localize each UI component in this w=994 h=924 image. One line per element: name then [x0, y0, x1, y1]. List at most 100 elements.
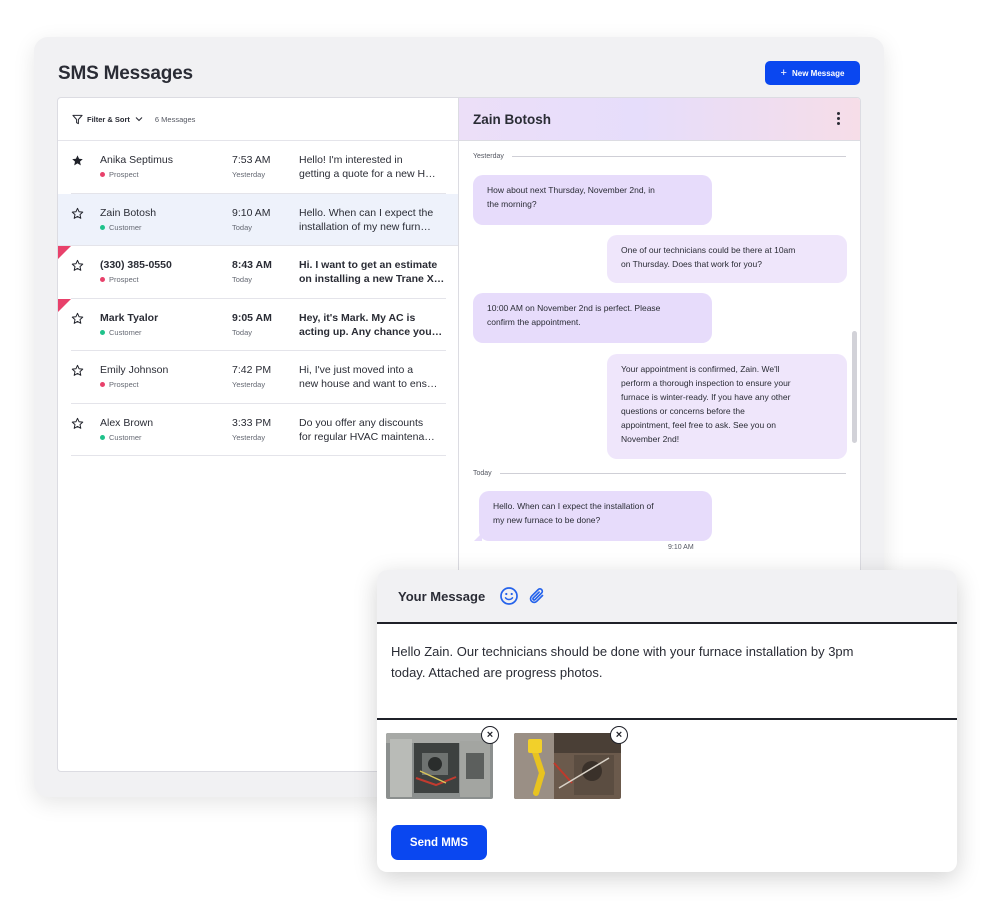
preview-line: new house and want to ens…: [299, 378, 438, 390]
contact-tag: Prospect: [100, 275, 139, 284]
preview-line: Hi, I've just moved into a: [299, 364, 414, 376]
message-day: Yesterday: [232, 170, 266, 179]
star-outline-icon[interactable]: [71, 312, 84, 325]
incoming-message: Hello. When can I expect the installatio…: [474, 491, 712, 541]
contact-tag: Customer: [100, 223, 142, 232]
message-count: 6 Messages: [154, 114, 196, 124]
contact-name: Anika Septimus: [100, 154, 173, 166]
message-time: 9:10 AM: [232, 206, 271, 219]
message-line: November 2nd!: [621, 434, 680, 444]
message-textarea[interactable]: Hello Zain. Our technicians should be do…: [377, 624, 957, 720]
unread-flag: [58, 246, 71, 259]
conversation-row-selected[interactable]: Zain Botosh Customer 9:10 AM Today Hello…: [58, 193, 458, 246]
remove-attachment-button[interactable]: ×: [481, 726, 499, 744]
message-line: appointment, feel free to ask. See you o…: [621, 420, 776, 430]
tag-label: Prospect: [109, 170, 139, 179]
conversation-row[interactable]: Mark Tyalor Customer 9:05 AM Today Hey, …: [58, 298, 446, 351]
message-line: confirm the appointment.: [487, 317, 581, 327]
star-outline-icon[interactable]: [71, 259, 84, 272]
message-line: my new furnace to be done?: [493, 515, 601, 525]
contact-name: Mark Tyalor: [100, 311, 159, 324]
preview-line: Do you offer any discounts: [299, 416, 424, 429]
message-day: Yesterday: [232, 432, 266, 442]
chat-scrollbar[interactable]: [852, 331, 857, 443]
message-line: on Thursday. Does that work for you?: [621, 259, 762, 269]
tag-label: Customer: [109, 222, 142, 232]
page-title: SMS Messages: [58, 63, 193, 84]
star-outline-icon[interactable]: [71, 417, 84, 430]
preview-line: installation of my new furn…: [299, 220, 431, 233]
more-options-icon[interactable]: [837, 112, 841, 126]
status-dot: [100, 382, 105, 387]
chat-header: Zain Botosh: [459, 98, 860, 141]
date-divider-label: Yesterday: [473, 153, 504, 160]
contact-tag: Prospect: [100, 170, 139, 179]
preview-line: for regular HVAC maintena…: [299, 430, 435, 443]
tag-label: Customer: [109, 432, 142, 442]
contact-tag: Prospect: [100, 380, 139, 389]
send-mms-button[interactable]: Send MMS: [391, 825, 487, 860]
paperclip-icon[interactable]: [527, 586, 547, 606]
date-divider: Today: [473, 470, 846, 477]
plus-icon: +: [780, 66, 787, 79]
message-line: questions or concerns before the: [621, 406, 745, 416]
message-day: Today: [232, 222, 253, 232]
contact-name: Zain Botosh: [100, 206, 157, 219]
conversation-row[interactable]: Emily Johnson Prospect 7:42 PM Yesterday…: [71, 351, 446, 404]
tag-label: Prospect: [109, 275, 139, 284]
preview-line: Hi. I want to get an estimate: [299, 259, 438, 271]
contact-tag: Customer: [100, 328, 142, 337]
list-toolbar: Filter & Sort 6 Messages: [58, 98, 458, 141]
star-outline-icon[interactable]: [71, 207, 84, 220]
attachment-thumbnail[interactable]: [514, 733, 621, 799]
message-day: Today: [232, 275, 253, 284]
conversation-row[interactable]: (330) 385-0550 Prospect 8:43 AM Today Hi…: [58, 246, 446, 299]
filter-icon[interactable]: [72, 114, 83, 125]
emoji-icon[interactable]: [499, 586, 519, 606]
new-message-button[interactable]: + New Message: [765, 61, 860, 85]
message-line: furnace is winter-ready. If you have any…: [621, 392, 791, 402]
message-text-line: Hello Zain. Our technicians should be do…: [391, 644, 854, 659]
compose-header: Your Message: [377, 570, 957, 624]
message-time: 3:33 PM: [232, 416, 272, 429]
filter-sort-label[interactable]: Filter & Sort: [87, 115, 130, 124]
message-line: Your appointment is confirmed, Zain. We'…: [621, 364, 780, 374]
preview-line: on installing a new Trane X…: [299, 273, 445, 285]
status-dot: [100, 434, 105, 440]
conversation-row[interactable]: Alex Brown Customer 3:33 PM Yesterday Do…: [71, 404, 447, 456]
message-time: 7:53 AM: [232, 154, 271, 166]
chevron-down-icon[interactable]: [135, 115, 143, 123]
outgoing-message: Your appointment is confirmed, Zain. We'…: [607, 354, 847, 459]
message-line: Hello. When can I expect the installatio…: [493, 501, 654, 511]
furnace-photo-1: [386, 733, 493, 799]
message-preview: Hello. When can I expect the installation…: [299, 206, 447, 234]
contact-tag: Customer: [100, 433, 142, 442]
message-day: Today: [232, 327, 253, 337]
message-day: Yesterday: [232, 380, 266, 389]
message-preview: Do you offer any discounts for regular HV…: [299, 416, 447, 444]
date-divider: Yesterday: [473, 153, 846, 160]
preview-line: Hello! I'm interested in: [299, 154, 403, 166]
incoming-message: 10:00 AM on November 2nd is perfect. Ple…: [473, 293, 712, 343]
status-dot: [100, 329, 105, 335]
remove-attachment-button[interactable]: ×: [610, 726, 628, 744]
preview-line: Hey, it's Mark. My AC is: [299, 311, 416, 324]
compose-card: Your Message Hello Zain. Our technicians…: [377, 570, 957, 872]
status-dot: [100, 277, 105, 282]
message-text-line: today. Attached are progress photos.: [391, 665, 603, 680]
new-message-label: New Message: [791, 68, 845, 78]
unread-flag: [58, 298, 71, 312]
conversation-row[interactable]: Anika Septimus Prospect 7:53 AM Yesterda…: [71, 141, 446, 194]
message-preview: Hello! I'm interested in getting a quote …: [299, 153, 447, 181]
date-divider-label: Today: [473, 470, 492, 477]
bubble-tail: [474, 533, 482, 541]
outgoing-message: One of our technicians could be there at…: [607, 235, 847, 283]
attachment-thumbnail[interactable]: [386, 733, 493, 799]
message-time: 7:42 PM: [232, 364, 272, 376]
message-line: How about next Thursday, November 2nd, i…: [487, 185, 655, 195]
star-outline-icon[interactable]: [71, 364, 84, 377]
message-time: 9:05 AM: [232, 311, 272, 324]
furnace-photo-2: [514, 733, 621, 799]
star-filled-icon[interactable]: [71, 154, 84, 167]
message-time: 8:43 AM: [232, 259, 272, 271]
